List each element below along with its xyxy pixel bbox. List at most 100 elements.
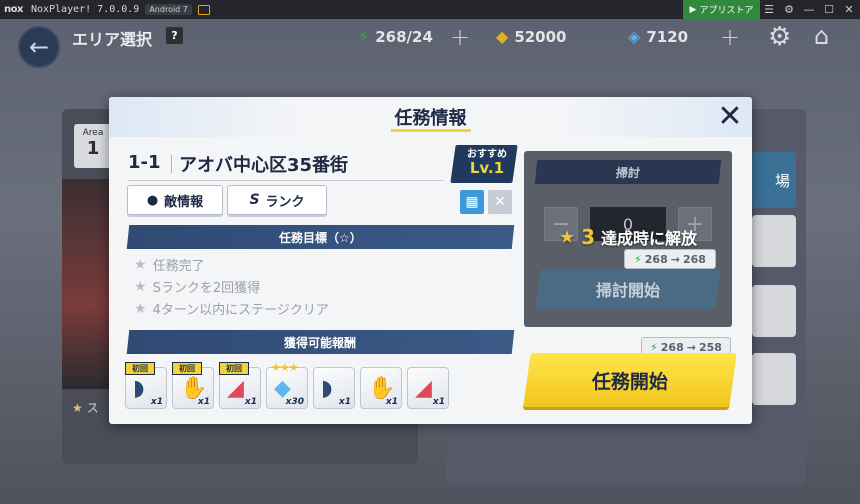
formation-icon[interactable]: ▦ <box>460 190 484 214</box>
recommended-level: Lv.1 <box>469 159 505 177</box>
goals-header: 任務目標（☆） <box>126 225 515 249</box>
arrow-right-icon: → <box>686 340 696 354</box>
help-button[interactable]: ? <box>166 27 183 44</box>
sweep-title: 掃討 <box>534 160 722 184</box>
s-rank-icon: S <box>249 192 260 208</box>
emulator-title: NoxPlayer! 7.0.0.9 <box>30 4 140 15</box>
background-stage-photo <box>62 179 112 389</box>
stamina-to: 258 <box>698 340 722 354</box>
title-underline <box>391 129 471 132</box>
gear-icon[interactable]: ⚙ <box>779 0 799 19</box>
start-mission-label: 任務開始 <box>591 370 668 393</box>
reward-item[interactable]: 初回 ◗ x1 <box>125 362 167 409</box>
background-right-tab: 場 <box>752 152 796 208</box>
star-icon: ★ <box>558 226 576 248</box>
emulator-title-bar: nox NoxPlayer! 7.0.0.9 Android 7 ▶ アプリスト… <box>0 0 860 19</box>
s-rank-button[interactable]: S ランク <box>227 185 327 215</box>
star-empty-icon: ★ <box>134 256 147 273</box>
reward-qty: x1 <box>244 397 257 407</box>
reward-item[interactable]: 初回 ✋ x1 <box>172 362 214 409</box>
stamina-from: 268 <box>660 340 684 354</box>
stamina-from: 268 <box>644 252 668 266</box>
rewards-header-label: 獲得可能報酬 <box>284 335 357 350</box>
coin-icon: ◆ <box>496 27 509 46</box>
goal-text: 任務完了 <box>152 259 205 274</box>
close-icon[interactable]: ✕ <box>839 0 859 19</box>
nox-logo: nox <box>4 4 23 15</box>
gem-counter: ◈ 7120 <box>628 27 688 46</box>
stage-name: アオバ中心区35番街 <box>179 155 349 176</box>
reward-item[interactable]: ✋ x1 <box>360 367 402 409</box>
sweep-stamina-chip: ⚡ 268 → 268 <box>624 249 716 269</box>
sweep-lock-message: ★ 3 達成時に解放 <box>524 225 732 249</box>
close-button[interactable]: ✕ <box>713 99 747 134</box>
reward-item[interactable]: ◢ x1 <box>407 367 449 409</box>
settings-icon[interactable]: ⚙ <box>768 22 791 52</box>
menu-icon[interactable]: ☰ <box>759 0 779 19</box>
mission-info-dialog: 任務情報 ✕ 1-1 アオバ中心区35番街 おすすめ Lv.1 ● 敵情報 S … <box>109 97 752 424</box>
back-button[interactable]: ← <box>18 26 60 68</box>
sweep-title-label: 掃討 <box>615 165 641 180</box>
goal-item: ★ Sランクを2回獲得 <box>134 277 261 297</box>
start-mission-button[interactable]: 任務開始 <box>523 353 737 407</box>
play-icon: ▶ <box>689 4 697 15</box>
disabled-cross-icon: ✕ <box>488 190 512 214</box>
add-stamina-button[interactable]: + <box>450 23 470 51</box>
reward-qty: x1 <box>432 397 445 407</box>
reward-qty: x1 <box>338 397 351 407</box>
app-store-label: アプリストア <box>699 6 754 16</box>
coin-counter: ◆ 52000 <box>496 27 567 46</box>
reward-item[interactable]: ★★★ ◆ x30 <box>266 361 308 409</box>
reward-qty: x1 <box>197 397 210 407</box>
goals-header-label: 任務目標（☆） <box>279 230 362 245</box>
stamina-value: 268/24 <box>375 27 433 46</box>
recommended-label: おすすめ <box>467 149 507 160</box>
first-clear-tag: 初回 <box>125 362 155 375</box>
star-empty-icon: ★ <box>134 300 147 317</box>
lock-text: 達成時に解放 <box>601 229 698 248</box>
reward-item[interactable]: ◗ x1 <box>313 367 355 409</box>
cap-icon: ◗ <box>321 376 333 401</box>
shoe-icon: ◢ <box>415 376 432 401</box>
background-area-box: Area 1 <box>74 124 112 168</box>
page-title: エリア選択 <box>72 30 153 49</box>
required-stars: 3 <box>581 225 596 249</box>
shoe-icon: ◢ <box>227 376 244 401</box>
add-gem-button[interactable]: + <box>720 23 740 51</box>
background-star-icon: ★ ス <box>72 401 99 415</box>
stamina-counter: ⚡ 268/24 <box>358 27 433 46</box>
minimize-icon[interactable]: — <box>799 0 819 19</box>
goal-text: Sランクを2回獲得 <box>152 281 261 296</box>
home-icon[interactable]: ⌂ <box>814 22 829 50</box>
folder-icon[interactable] <box>197 4 210 15</box>
background-area-label: Area <box>82 128 104 138</box>
goal-text: 4ターン以内にステージクリア <box>152 303 329 318</box>
coin-value: 52000 <box>514 27 567 46</box>
goal-item: ★ 4ターン以内にステージクリア <box>134 299 329 319</box>
star-empty-icon: ★ <box>134 278 147 295</box>
gem-icon: ◈ <box>628 27 641 46</box>
rank-label: ランク <box>265 194 305 210</box>
arrow-right-icon: → <box>670 252 680 266</box>
sweep-start-button: 掃討開始 <box>535 269 721 309</box>
first-clear-tag: 初回 <box>219 362 249 375</box>
reward-item[interactable]: 初回 ◢ x1 <box>219 362 261 409</box>
dialog-title: 任務情報 <box>394 108 467 129</box>
stage-id: 1-1 <box>128 152 161 173</box>
reward-qty: x1 <box>385 397 398 407</box>
goal-item: ★ 任務完了 <box>134 255 205 275</box>
lightning-icon: ⚡ <box>650 340 658 354</box>
stage-divider <box>128 180 444 181</box>
enemy-icon: ● <box>146 192 159 208</box>
cap-icon: ◗ <box>133 376 145 401</box>
stamina-to: 268 <box>682 252 706 266</box>
app-store-button[interactable]: ▶ アプリストア <box>683 0 760 19</box>
sweep-panel: 掃討 − 0 + ★ 3 達成時に解放 ⚡ 268 → 268 掃討開始 <box>524 151 732 327</box>
enemy-info-button[interactable]: ● 敵情報 <box>127 185 223 215</box>
maximize-icon[interactable]: ☐ <box>819 0 839 19</box>
android-version-badge: Android 7 <box>145 4 192 15</box>
background-star-text: ス <box>86 401 99 415</box>
reward-qty: x1 <box>150 397 163 407</box>
lightning-icon: ⚡ <box>634 252 642 266</box>
background-right-button-1 <box>752 215 796 267</box>
